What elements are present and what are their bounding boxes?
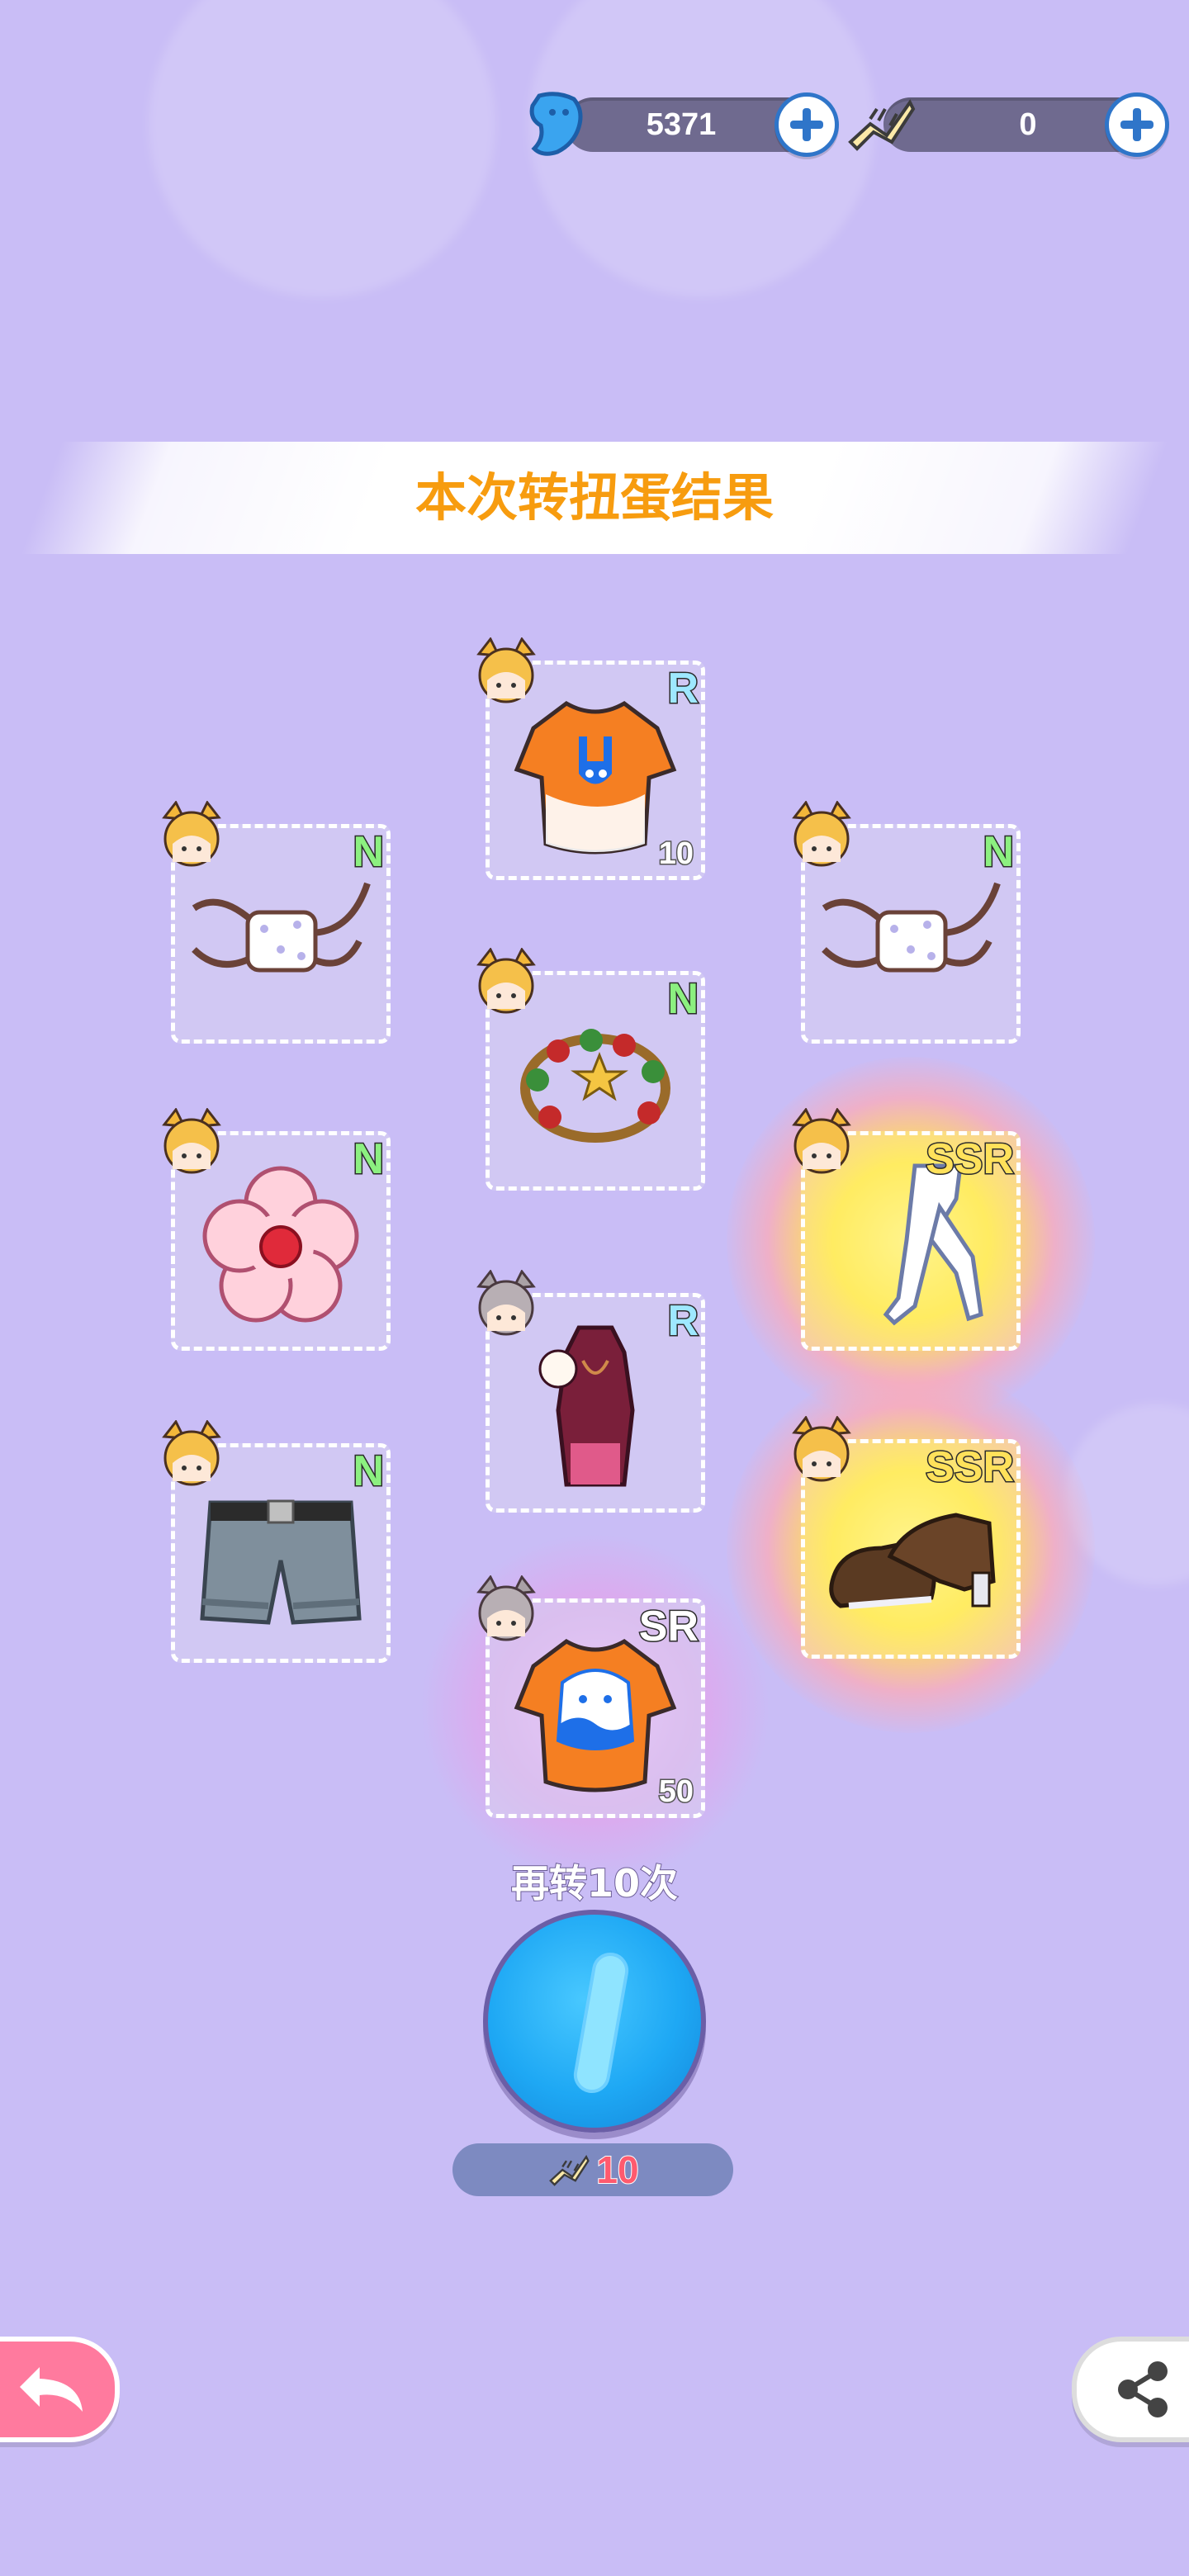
blonde-fox-girl-avatar-icon xyxy=(792,801,851,867)
blonde-fox-girl-avatar-icon xyxy=(476,948,536,1014)
back-arrow-icon xyxy=(19,2367,83,2412)
ticket-currency: 0 xyxy=(848,92,1177,157)
spin-cost: 10 xyxy=(452,2143,733,2196)
blonde-fox-girl-avatar-icon xyxy=(792,1108,851,1174)
rarity-badge: SR xyxy=(637,1602,699,1652)
rarity-badge: SSR xyxy=(925,1442,1016,1493)
share-button[interactable] xyxy=(1072,2337,1189,2442)
item-card-pink-flower[interactable]: N xyxy=(162,1108,391,1351)
item-card-orange-rabbit-tshirt[interactable]: R 10 xyxy=(476,637,705,880)
spin-again-label: 再转10次 xyxy=(510,1860,679,1906)
rarity-badge: SSR xyxy=(925,1134,1016,1185)
blonde-fox-girl-avatar-icon xyxy=(162,1420,221,1486)
fishbone-ticket-icon xyxy=(549,2155,590,2186)
item-card-dotted-mask[interactable]: N xyxy=(792,801,1021,1044)
blonde-fox-girl-avatar-icon xyxy=(476,637,536,703)
spin-again-button[interactable] xyxy=(483,1910,706,2133)
item-card-bead-bracelet[interactable]: N xyxy=(476,948,705,1191)
spin-handle-icon xyxy=(571,1949,632,2096)
blonde-fox-girl-avatar-icon xyxy=(792,1416,851,1482)
item-card-orange-wave-tshirt[interactable]: SR 50 xyxy=(419,1532,771,1884)
blonde-fox-girl-avatar-icon xyxy=(162,801,221,867)
rarity-badge: N xyxy=(982,827,1016,878)
result-banner: 本次转扭蛋结果 xyxy=(21,442,1168,554)
share-icon xyxy=(1118,2361,1168,2417)
item-quantity: 50 xyxy=(657,1773,694,1811)
item-card-qipao-dress[interactable]: R xyxy=(476,1270,705,1513)
item-card-denim-shorts[interactable]: N xyxy=(162,1420,391,1663)
gem-currency: 5371 xyxy=(528,92,842,157)
rarity-badge: N xyxy=(352,1134,386,1185)
item-card-brown-mary-janes[interactable]: SSR xyxy=(727,1365,1095,1733)
blonde-fox-girl-avatar-icon xyxy=(162,1108,221,1174)
background-clover-decoration xyxy=(149,0,495,297)
add-gems-button[interactable] xyxy=(775,92,839,157)
grey-cat-girl-avatar-icon xyxy=(476,1575,536,1641)
gem-count: 5371 xyxy=(646,107,717,142)
add-tickets-button[interactable] xyxy=(1105,92,1169,157)
rarity-badge: R xyxy=(666,664,700,714)
item-quantity: 10 xyxy=(657,836,694,873)
grey-cat-girl-avatar-icon xyxy=(476,1270,536,1336)
item-card-white-tights[interactable]: SSR xyxy=(727,1057,1095,1425)
spin-cost-value: 10 xyxy=(595,2147,639,2192)
fishbone-ticket-icon xyxy=(848,99,916,151)
item-card-dotted-mask[interactable]: N xyxy=(162,801,391,1044)
back-button[interactable] xyxy=(0,2337,120,2442)
rarity-badge: N xyxy=(352,1447,386,1497)
blue-gem-icon xyxy=(529,92,583,156)
rarity-badge: N xyxy=(352,827,386,878)
rarity-badge: N xyxy=(666,974,700,1025)
page-title: 本次转扭蛋结果 xyxy=(414,467,774,528)
rarity-badge: R xyxy=(666,1296,700,1347)
